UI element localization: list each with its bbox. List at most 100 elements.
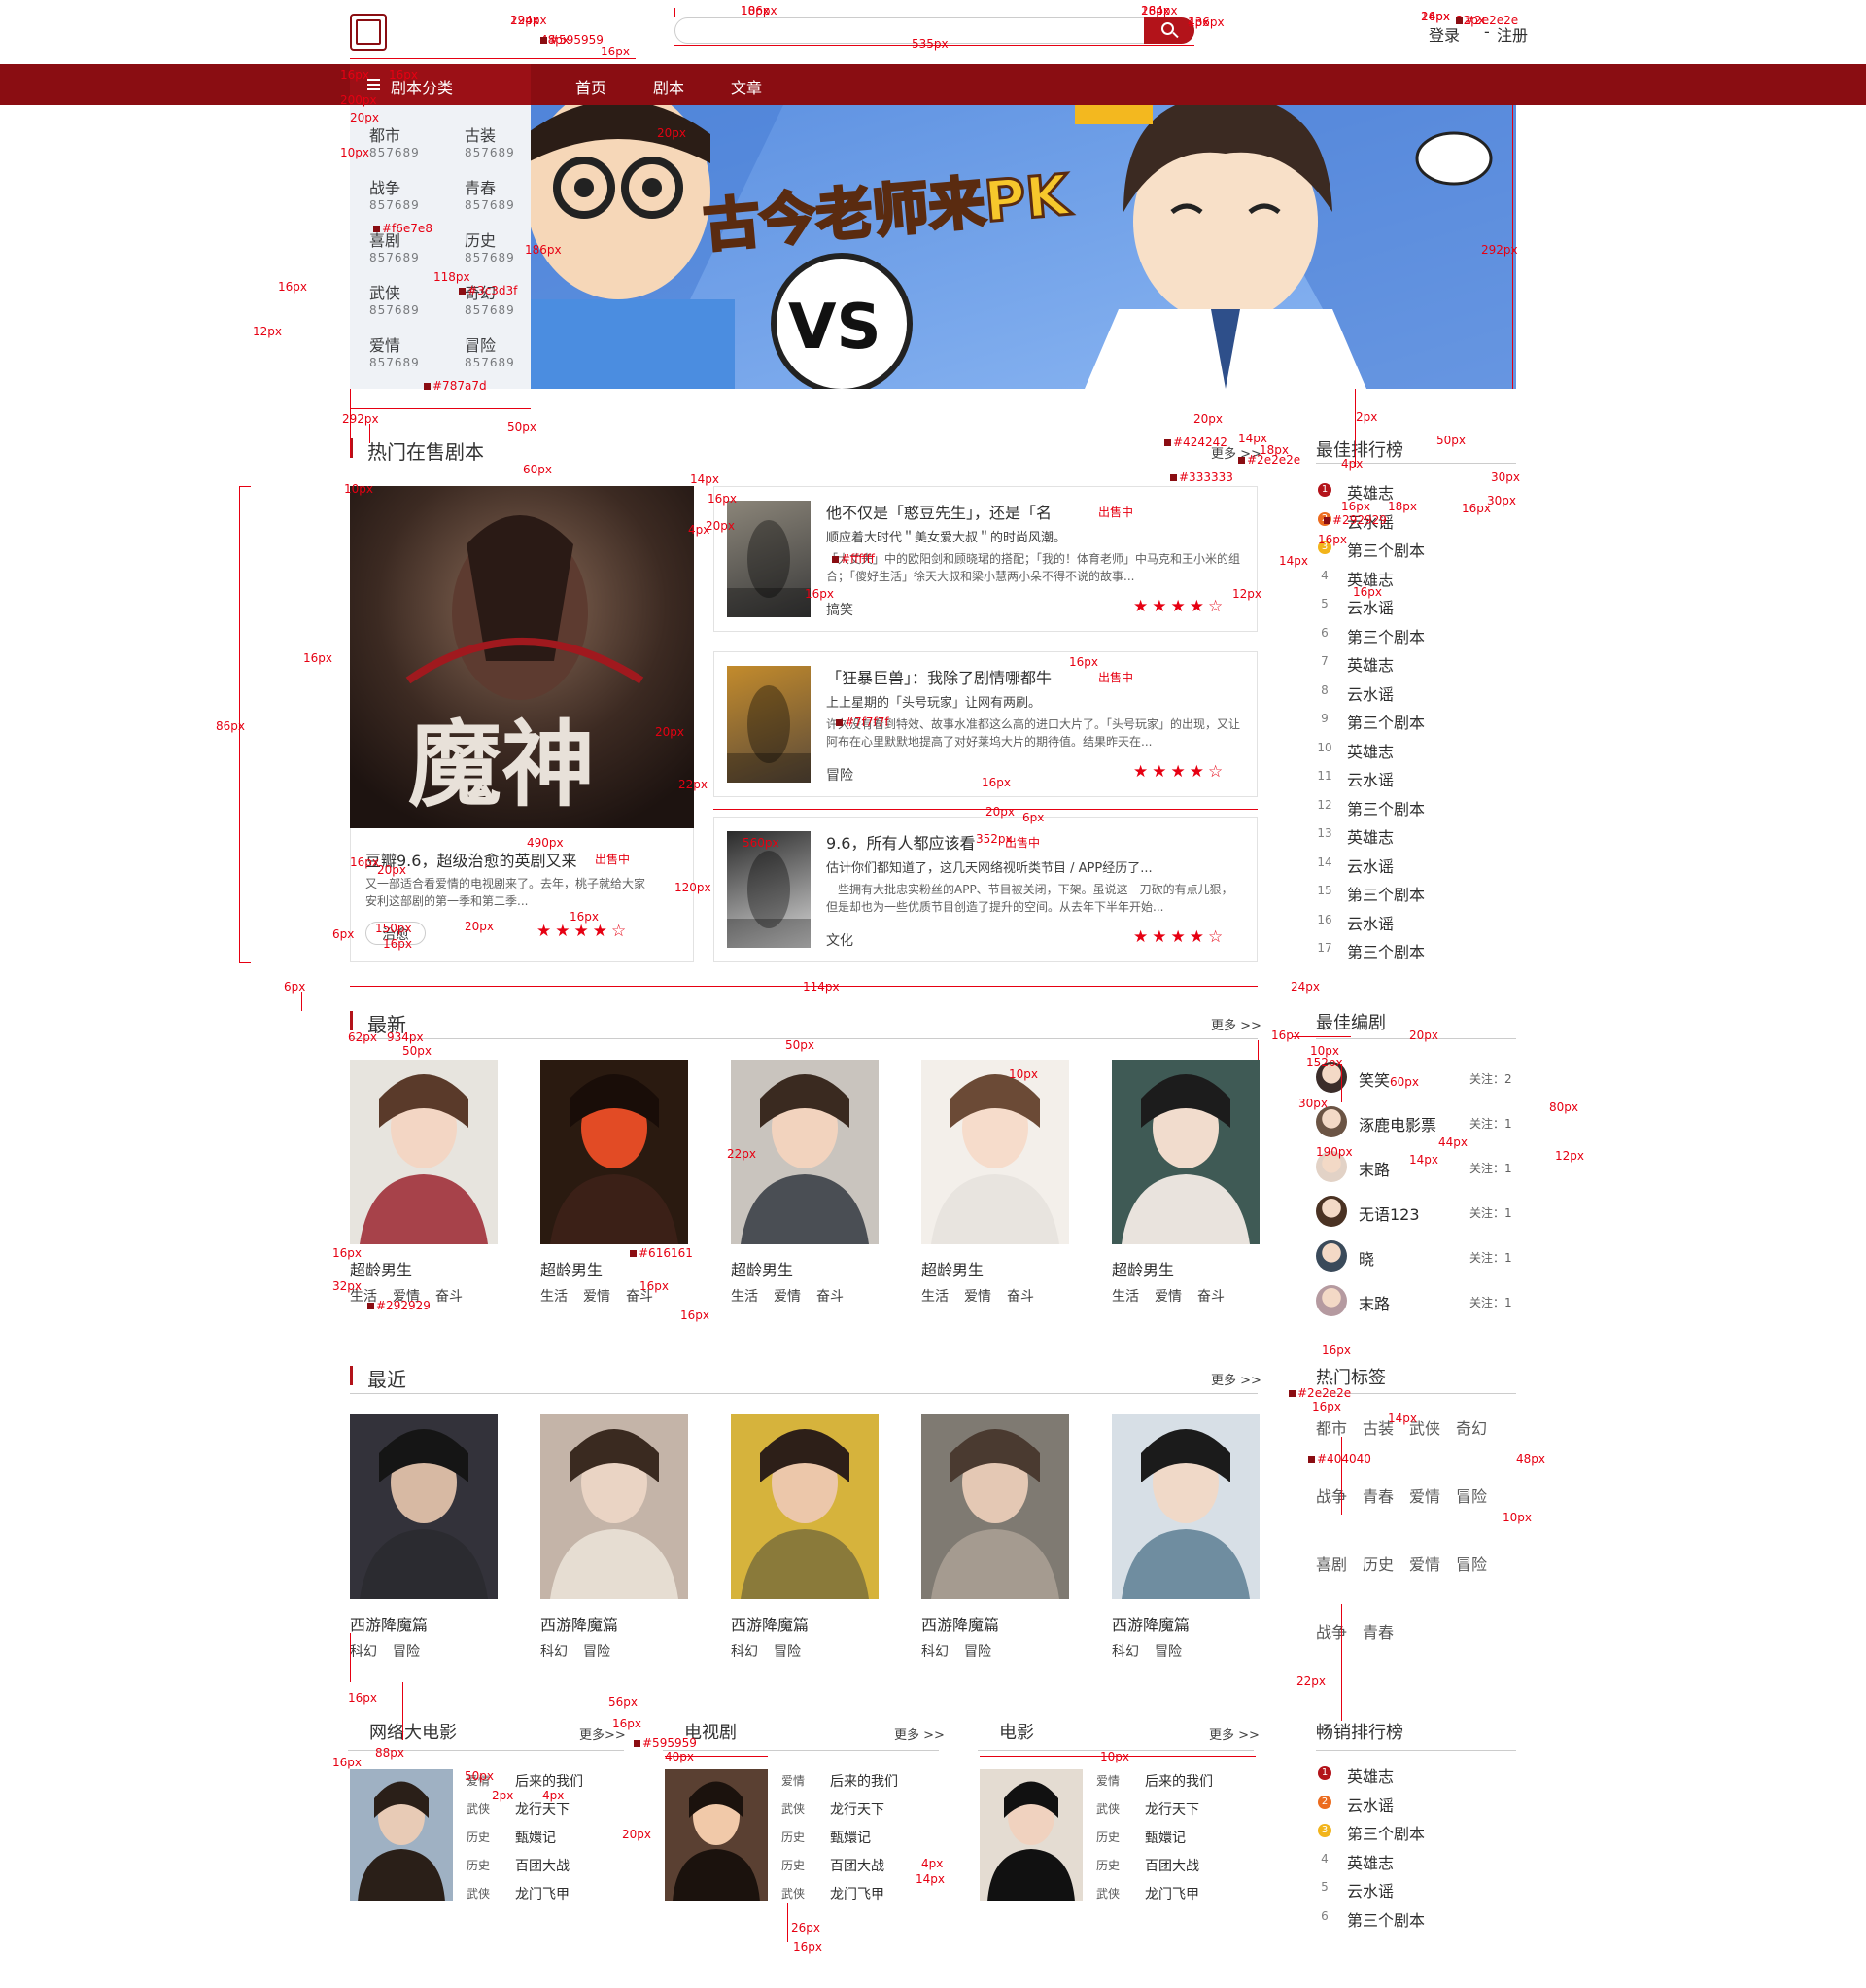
recent-item-tag[interactable]: 冒险 [1155, 1641, 1182, 1660]
newest-item-title[interactable]: 超龄男生 [350, 1257, 412, 1280]
media-row-genre[interactable]: 爱情 [781, 1772, 805, 1789]
newest-item-tag[interactable]: 生活 [731, 1286, 758, 1306]
newest-item-tag[interactable]: 生活 [921, 1286, 949, 1306]
media-row-title[interactable]: 龙门飞甲 [515, 1884, 570, 1903]
editor-name[interactable]: 笑笑 [1359, 1067, 1390, 1091]
newest-item-title[interactable]: 超龄男生 [921, 1257, 984, 1280]
newest-cover[interactable] [921, 1060, 1069, 1244]
category-6[interactable]: 历史 [465, 227, 496, 251]
media-row-title[interactable]: 甄嬛记 [515, 1828, 556, 1847]
rank-item[interactable]: 第三个剧本 [1347, 624, 1425, 647]
category-4[interactable]: 青春 [465, 175, 496, 198]
newest-item-tag[interactable]: 奋斗 [435, 1286, 463, 1306]
media-row-title[interactable]: 后来的我们 [515, 1771, 583, 1791]
hot-book-tag[interactable]: 冒险 [826, 765, 853, 785]
media-cover[interactable] [665, 1769, 768, 1901]
newest-item-tag[interactable]: 爱情 [964, 1286, 991, 1306]
feature-cover[interactable]: 魔神 [350, 486, 694, 828]
rank-item[interactable]: 云水谣 [1347, 1878, 1394, 1901]
hot-tag[interactable]: 冒险 [1456, 1552, 1487, 1575]
rank-item[interactable]: 云水谣 [1347, 767, 1394, 790]
newest-item-tag[interactable]: 爱情 [1155, 1286, 1182, 1306]
newest-item-tag[interactable]: 生活 [540, 1286, 568, 1306]
rank-item[interactable]: 英雄志 [1347, 1850, 1394, 1873]
hot-tag[interactable]: 喜剧 [1316, 1552, 1347, 1575]
media-row-genre[interactable]: 武侠 [466, 1800, 490, 1817]
category-10[interactable]: 冒险 [465, 332, 496, 356]
newest-cover[interactable] [1112, 1060, 1260, 1244]
category-1[interactable]: 都市 [369, 122, 400, 146]
recent-cover[interactable] [1112, 1414, 1260, 1599]
rank-item[interactable]: 第三个剧本 [1347, 796, 1425, 820]
recent-item-title[interactable]: 西游降魔篇 [540, 1612, 618, 1635]
recent-item-tag[interactable]: 科幻 [731, 1641, 758, 1660]
newest-cover[interactable] [540, 1060, 688, 1244]
recent-item-tag[interactable]: 冒险 [774, 1641, 801, 1660]
rank-item[interactable]: 英雄志 [1347, 1763, 1394, 1787]
media-row-title[interactable]: 甄嬛记 [1145, 1828, 1186, 1847]
hot-book-tag[interactable]: 搞笑 [826, 600, 853, 619]
rank-item[interactable]: 第三个剧本 [1347, 710, 1425, 733]
hot-tag[interactable]: 都市 [1316, 1415, 1347, 1439]
hot-book-cover[interactable] [727, 501, 811, 617]
editor-avatar[interactable] [1316, 1196, 1347, 1227]
media-more-link[interactable]: 更多 >> [1209, 1725, 1260, 1743]
rank-item[interactable]: 英雄志 [1347, 739, 1394, 762]
hot-tag[interactable]: 爱情 [1409, 1552, 1440, 1575]
media-row-title[interactable]: 龙门飞甲 [1145, 1884, 1199, 1903]
media-row-title[interactable]: 后来的我们 [830, 1771, 898, 1791]
hot-book-tag[interactable]: 文化 [826, 930, 853, 950]
media-row-genre[interactable]: 武侠 [1096, 1800, 1120, 1817]
rank-item[interactable]: 第三个剧本 [1347, 1821, 1425, 1844]
media-row-genre[interactable]: 历史 [781, 1857, 805, 1873]
recent-more-link[interactable]: 更多 >> [1211, 1370, 1261, 1388]
recent-item-tag[interactable]: 科幻 [540, 1641, 568, 1660]
media-row-genre[interactable]: 历史 [781, 1829, 805, 1845]
editor-name[interactable]: 涿鹿电影票 [1359, 1112, 1436, 1135]
hot-book-title[interactable]: 「狂暴巨兽」：我除了剧情哪都牛 [826, 665, 1088, 688]
media-row-title[interactable]: 百团大战 [1145, 1856, 1199, 1875]
rank-item[interactable]: 云水谣 [1347, 681, 1394, 705]
hot-tag[interactable]: 青春 [1363, 1620, 1394, 1643]
rank-item[interactable]: 云水谣 [1347, 911, 1394, 934]
recent-cover[interactable] [731, 1414, 879, 1599]
media-cover[interactable] [980, 1769, 1083, 1901]
hot-tag[interactable]: 历史 [1363, 1552, 1394, 1575]
recent-item-tag[interactable]: 科幻 [350, 1641, 377, 1660]
rank-item[interactable]: 云水谣 [1347, 854, 1394, 877]
rank-item[interactable]: 英雄志 [1347, 824, 1394, 848]
rank-item[interactable]: 第三个剧本 [1347, 882, 1425, 905]
nav-articles[interactable]: 文章 [731, 75, 762, 98]
hot-tag[interactable]: 战争 [1316, 1620, 1347, 1643]
recent-item-tag[interactable]: 冒险 [964, 1641, 991, 1660]
newest-item-tag[interactable]: 奋斗 [1197, 1286, 1225, 1306]
hero-banner[interactable]: 古今老师来PK VS [531, 105, 1516, 389]
recent-cover[interactable] [350, 1414, 498, 1599]
media-cover[interactable] [350, 1769, 453, 1901]
rank-item[interactable]: 云水谣 [1347, 1793, 1394, 1816]
media-row-genre[interactable]: 历史 [1096, 1857, 1120, 1873]
newest-item-title[interactable]: 超龄男生 [540, 1257, 603, 1280]
media-row-title[interactable]: 百团大战 [515, 1856, 570, 1875]
recent-cover[interactable] [540, 1414, 688, 1599]
media-row-genre[interactable]: 武侠 [1096, 1885, 1120, 1901]
rank-item[interactable]: 第三个剧本 [1347, 538, 1425, 561]
recent-item-title[interactable]: 西游降魔篇 [350, 1612, 428, 1635]
editor-name[interactable]: 无语123 [1359, 1202, 1420, 1225]
media-row-title[interactable]: 龙行天下 [515, 1799, 570, 1819]
hot-book-title[interactable]: 9.6，所有人都应该看 [826, 830, 1088, 854]
editor-avatar[interactable] [1316, 1240, 1347, 1272]
newest-item-tag[interactable]: 爱情 [583, 1286, 610, 1306]
editor-avatar[interactable] [1316, 1285, 1347, 1316]
recent-item-tag[interactable]: 科幻 [1112, 1641, 1139, 1660]
category-2[interactable]: 古装 [465, 122, 496, 146]
recent-item-tag[interactable]: 冒险 [393, 1641, 420, 1660]
editor-name[interactable]: 末路 [1359, 1157, 1390, 1180]
media-row-genre[interactable]: 历史 [1096, 1829, 1120, 1845]
media-row-title[interactable]: 甄嬛记 [830, 1828, 871, 1847]
category-9[interactable]: 爱情 [369, 332, 400, 356]
newest-item-title[interactable]: 超龄男生 [1112, 1257, 1174, 1280]
hot-tag[interactable]: 爱情 [1409, 1483, 1440, 1507]
hot-book-cover[interactable] [727, 666, 811, 783]
nav-scripts[interactable]: 剧本 [653, 75, 684, 98]
